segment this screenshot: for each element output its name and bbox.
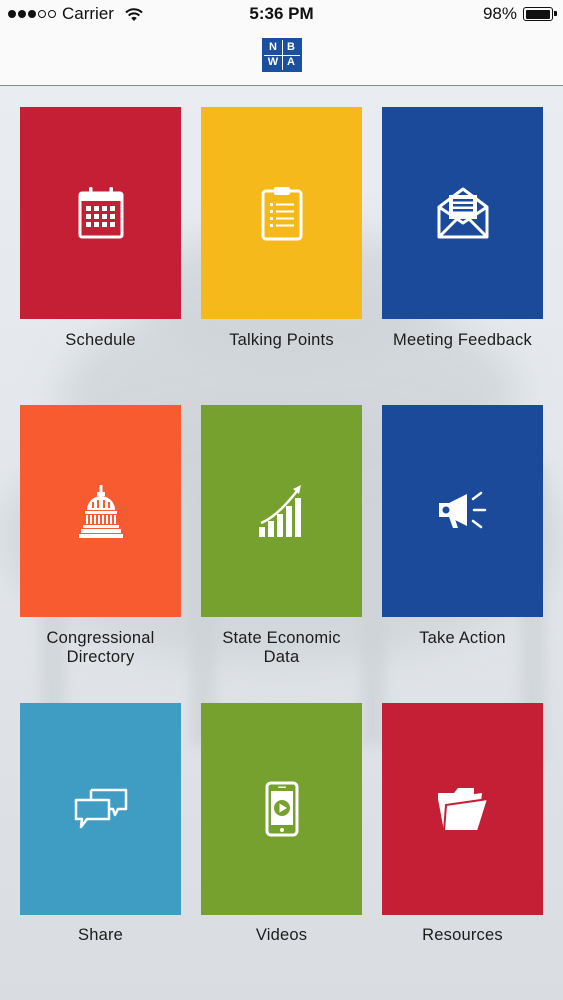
take-action-label: Take Action	[419, 629, 506, 647]
phone-video-icon	[265, 781, 298, 837]
clipboard-icon	[261, 187, 302, 241]
megaphone-icon	[438, 491, 486, 529]
growth-chart-icon	[258, 485, 301, 537]
state-economic-data-label: State Economic Data	[222, 629, 341, 666]
battery-icon	[523, 7, 557, 21]
folder-icon	[437, 788, 489, 832]
chat-bubbles-icon	[74, 788, 127, 829]
state-economic-data-tile[interactable]	[201, 405, 362, 617]
main-menu-grid: Schedule Talking Points Meeting Feedback	[0, 86, 563, 1000]
videos-tile[interactable]	[201, 703, 362, 915]
resources-label: Resources	[422, 926, 503, 944]
take-action-tile[interactable]	[382, 405, 543, 617]
clock: 5:36 PM	[249, 4, 314, 23]
status-bar: Carrier 5:36 PM 98%	[0, 0, 563, 28]
talking-points-tile[interactable]	[201, 107, 362, 319]
capitol-dome-icon	[78, 485, 123, 538]
navigation-bar: N B W A	[0, 28, 563, 86]
nbwa-logo: N B W A	[262, 38, 302, 72]
schedule-label: Schedule	[65, 331, 136, 349]
videos-label: Videos	[255, 926, 308, 944]
meeting-feedback-label: Meeting Feedback	[393, 331, 532, 349]
congressional-directory-label: Congressional Directory	[46, 629, 155, 666]
resources-tile[interactable]	[382, 703, 543, 915]
envelope-icon	[437, 187, 488, 239]
talking-points-label: Talking Points	[229, 331, 334, 349]
meeting-feedback-tile[interactable]	[382, 107, 543, 319]
share-label: Share	[77, 926, 124, 944]
share-tile[interactable]	[20, 703, 181, 915]
calendar-icon	[78, 187, 123, 239]
congressional-directory-tile[interactable]	[20, 405, 181, 617]
battery-percent: 98%	[482, 4, 517, 23]
schedule-tile[interactable]	[20, 107, 181, 319]
